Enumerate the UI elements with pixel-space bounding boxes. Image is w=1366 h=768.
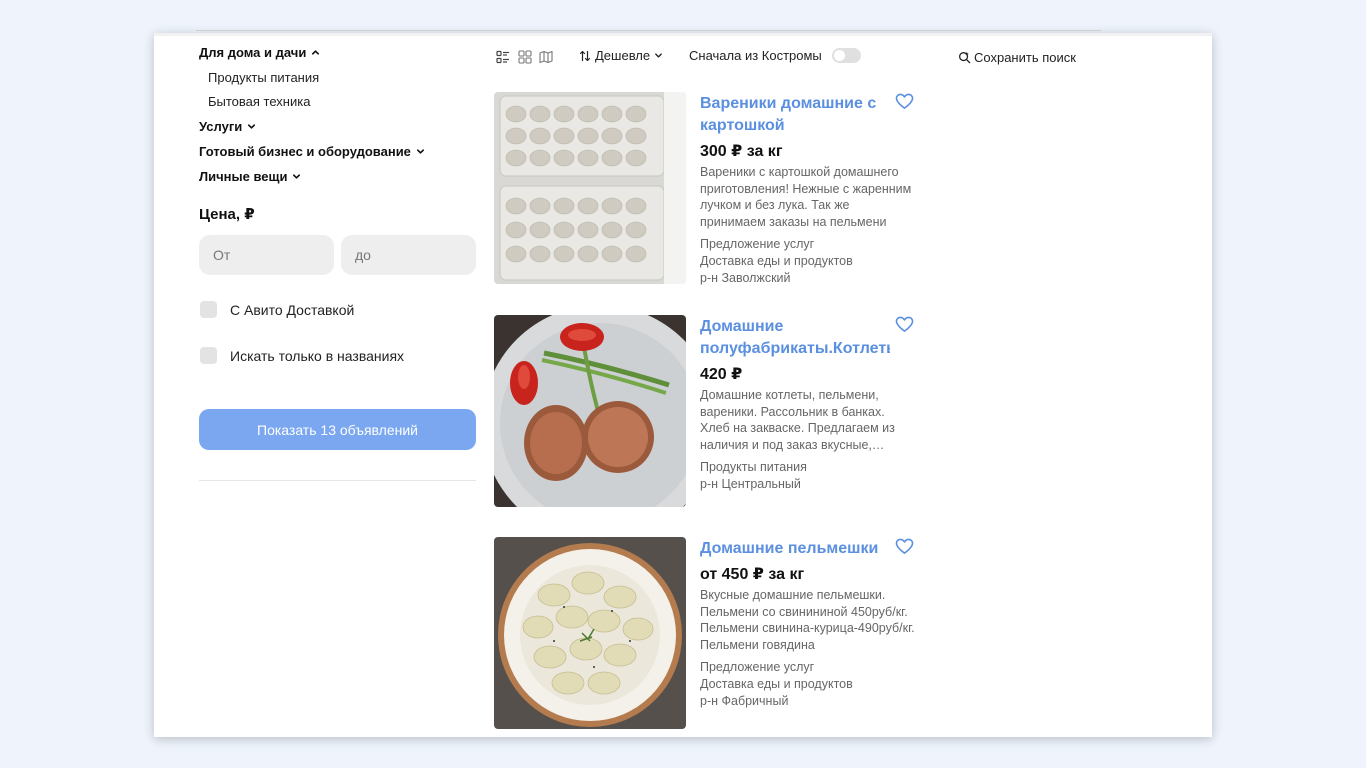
- listing-description: Вареники с картошкой домашнего приготовл…: [700, 165, 912, 230]
- listing-subcategory: Доставка еды и продуктов: [700, 254, 853, 268]
- listing-description: Вкусные домашние пельмешки. Пельмени со …: [700, 588, 915, 653]
- titles-only-filter[interactable]: Искать только в названиях: [200, 347, 404, 364]
- avito-delivery-label: С Авито Доставкой: [230, 301, 355, 318]
- listing-title[interactable]: Вареники домашние с картошкой: [700, 93, 890, 137]
- favorite-heart-icon[interactable]: [895, 316, 914, 333]
- top-divider-line: [196, 30, 1102, 31]
- listing-image[interactable]: [494, 92, 686, 284]
- save-search-icon: [959, 51, 971, 64]
- category-home-garden[interactable]: Для дома и дачи: [199, 45, 320, 60]
- listing-card[interactable]: Домашние пельмешки от 450 ₽ за кг Вкусны…: [494, 537, 934, 732]
- listing-district: р-н Фабричный: [700, 694, 789, 708]
- map-view-icon[interactable]: [539, 50, 553, 64]
- grid-view-icon[interactable]: [518, 50, 532, 64]
- favorite-heart-icon[interactable]: [895, 93, 914, 110]
- chevron-down-icon: [655, 53, 662, 58]
- show-results-button[interactable]: Показать 13 объявлений: [199, 409, 476, 450]
- chevron-down-icon: [248, 124, 256, 129]
- listing-description: Домашние котлеты, пельмени, вареники. Ра…: [700, 388, 895, 453]
- listing-image[interactable]: [494, 315, 686, 507]
- listing-image[interactable]: [494, 537, 686, 729]
- listing-card[interactable]: Домашние полуфабрикаты.Котлеты 420 ₽ Дом…: [494, 315, 934, 510]
- sort-icon: [579, 50, 591, 61]
- listing-price: 300 ₽ за кг: [700, 143, 783, 160]
- app-window: Для дома и дачи Продукты питания Бытовая…: [154, 33, 1212, 737]
- price-filter-title: Цена, ₽: [199, 206, 255, 223]
- listing-district: р-н Центральный: [700, 477, 801, 491]
- save-search-button[interactable]: Сохранить поиск: [958, 50, 1076, 65]
- favorite-heart-icon[interactable]: [895, 538, 914, 555]
- listing-category: Предложение услуг: [700, 660, 815, 674]
- kostroma-first-toggle[interactable]: [832, 48, 861, 63]
- sidebar-divider: [199, 480, 476, 481]
- category-label: Услуги: [199, 119, 243, 134]
- save-search-label: Сохранить поиск: [974, 50, 1076, 65]
- chevron-up-icon: [312, 50, 320, 55]
- list-view-icon[interactable]: [496, 50, 510, 64]
- category-services[interactable]: Услуги: [199, 119, 256, 134]
- listing-district: р-н Заволжский: [700, 271, 791, 285]
- toggle-knob: [834, 50, 845, 61]
- avito-delivery-filter[interactable]: С Авито Доставкой: [200, 301, 354, 318]
- listing-title[interactable]: Домашние пельмешки: [700, 538, 890, 560]
- chevron-down-icon: [416, 149, 424, 154]
- category-personal[interactable]: Личные вещи: [199, 169, 301, 184]
- sort-label: Дешевле: [595, 48, 651, 63]
- listing-price: 420 ₽: [700, 366, 743, 383]
- listing-price: от 450 ₽ за кг: [700, 566, 805, 583]
- window-top-strip: [154, 33, 1212, 36]
- avito-delivery-checkbox[interactable]: [200, 301, 217, 318]
- price-to-input[interactable]: [341, 235, 476, 275]
- category-label: Готовый бизнес и оборудование: [199, 144, 411, 159]
- vareniki-photo: [494, 92, 686, 284]
- listing-subcategory: Доставка еды и продуктов: [700, 677, 853, 691]
- subcategory-appliances[interactable]: Бытовая техника: [208, 94, 310, 109]
- subcategory-food[interactable]: Продукты питания: [208, 70, 319, 85]
- listing-category: Продукты питания: [700, 460, 807, 474]
- titles-only-checkbox[interactable]: [200, 347, 217, 364]
- price-from-input[interactable]: [199, 235, 334, 275]
- chevron-down-icon: [293, 174, 301, 179]
- category-label: Для дома и дачи: [199, 45, 307, 60]
- category-label: Личные вещи: [199, 169, 288, 184]
- titles-only-label: Искать только в названиях: [230, 347, 405, 364]
- listing-title[interactable]: Домашние полуфабрикаты.Котлеты: [700, 316, 890, 360]
- listing-card[interactable]: Вареники домашние с картошкой 300 ₽ за к…: [494, 92, 934, 287]
- kostroma-first-label: Сначала из Костромы: [689, 48, 822, 63]
- listing-category: Предложение услуг: [700, 237, 815, 251]
- pelmeni-photo: [494, 537, 686, 729]
- cutlets-photo: [494, 315, 686, 507]
- category-business[interactable]: Готовый бизнес и оборудование: [199, 144, 425, 159]
- sort-dropdown[interactable]: Дешевле: [579, 48, 663, 63]
